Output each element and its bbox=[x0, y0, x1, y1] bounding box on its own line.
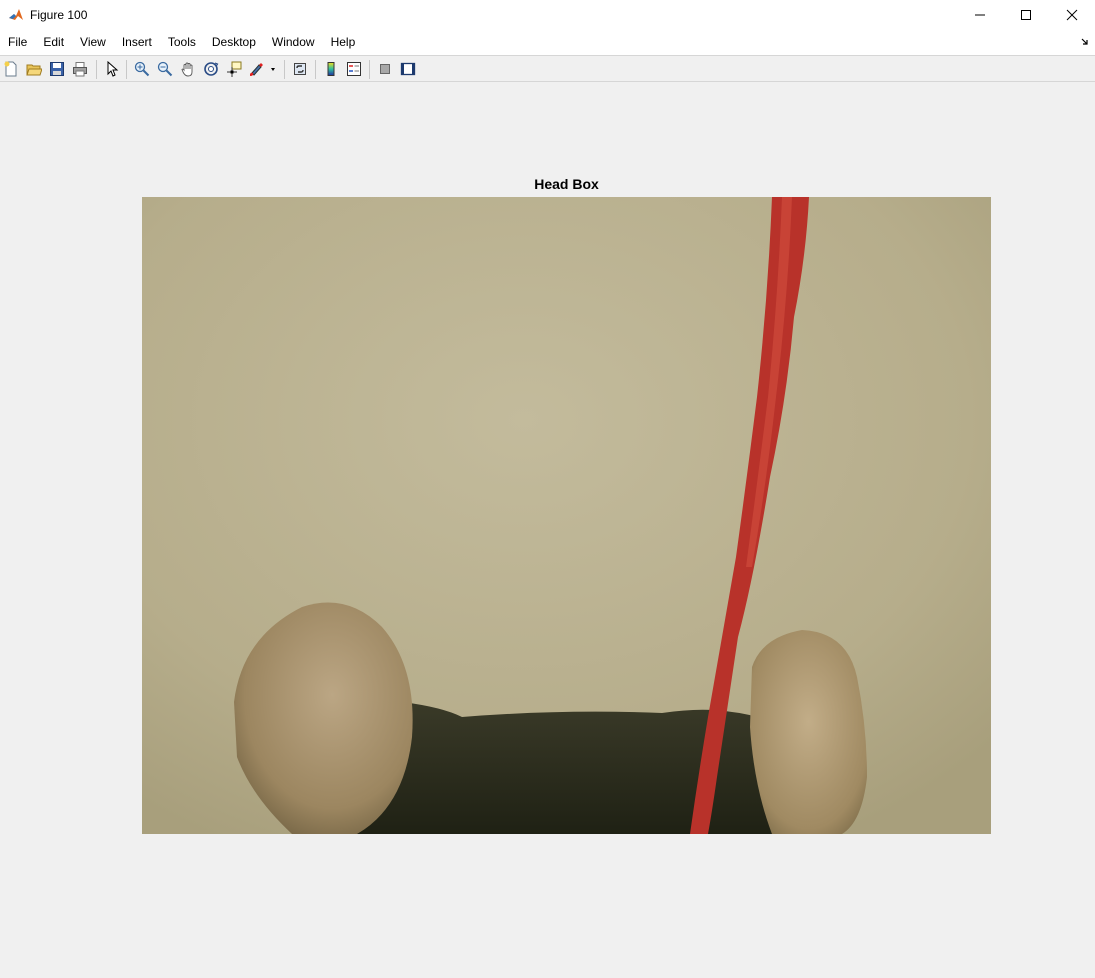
edit-plot-button[interactable] bbox=[103, 60, 121, 78]
open-file-icon bbox=[26, 64, 42, 76]
save-button[interactable] bbox=[48, 60, 66, 78]
figure-toolbar bbox=[0, 55, 1095, 82]
toolbar-separator bbox=[315, 60, 316, 79]
menu-desktop[interactable]: Desktop bbox=[204, 30, 264, 55]
save-icon bbox=[50, 62, 64, 76]
brush-icon bbox=[250, 63, 275, 76]
insert-legend-button[interactable] bbox=[345, 60, 363, 78]
zoom-out-icon bbox=[157, 61, 173, 77]
insert-legend-icon bbox=[347, 62, 361, 76]
menu-file[interactable]: File bbox=[0, 30, 35, 55]
title-bar: Figure 100 bbox=[0, 0, 1095, 30]
link-plot-icon bbox=[294, 63, 306, 75]
hide-plot-tools-icon bbox=[380, 64, 390, 74]
insert-colorbar-button[interactable] bbox=[322, 60, 340, 78]
minimize-button[interactable] bbox=[957, 0, 1003, 30]
pan-hand-icon bbox=[181, 62, 193, 77]
new-figure-button[interactable] bbox=[2, 60, 20, 78]
mouse-head-photo bbox=[142, 197, 991, 834]
new-figure-icon bbox=[4, 61, 17, 77]
zoom-out-button[interactable] bbox=[156, 60, 174, 78]
menu-edit[interactable]: Edit bbox=[35, 30, 72, 55]
minimize-icon bbox=[975, 14, 985, 16]
toolbar-separator bbox=[284, 60, 285, 79]
menu-bar: File Edit View Insert Tools Desktop Wind… bbox=[0, 30, 1095, 55]
menu-window[interactable]: Window bbox=[264, 30, 323, 55]
print-icon bbox=[73, 62, 87, 77]
menu-tools[interactable]: Tools bbox=[160, 30, 204, 55]
window-title: Figure 100 bbox=[30, 8, 88, 22]
close-icon bbox=[1066, 9, 1078, 21]
maximize-button[interactable] bbox=[1003, 0, 1049, 30]
rotate-3d-icon bbox=[204, 62, 219, 76]
axes-title: Head Box bbox=[534, 176, 599, 192]
figure-window: Figure 100 File Edit View Insert Tools D… bbox=[0, 0, 1095, 978]
menu-view[interactable]: View bbox=[72, 30, 114, 55]
show-plot-tools-button[interactable] bbox=[399, 60, 417, 78]
axes-image bbox=[142, 197, 991, 834]
open-file-button[interactable] bbox=[25, 60, 43, 78]
zoom-in-button[interactable] bbox=[133, 60, 151, 78]
zoom-in-icon bbox=[134, 61, 150, 77]
maximize-icon bbox=[1021, 10, 1031, 20]
show-plot-tools-icon bbox=[400, 62, 416, 76]
close-button[interactable] bbox=[1049, 0, 1095, 30]
toolbar-separator bbox=[126, 60, 127, 79]
matlab-logo-icon bbox=[8, 7, 24, 23]
pan-button[interactable] bbox=[179, 60, 197, 78]
hide-plot-tools-button[interactable] bbox=[376, 60, 394, 78]
data-cursor-button[interactable] bbox=[225, 60, 243, 78]
menu-help[interactable]: Help bbox=[323, 30, 364, 55]
toolbar-separator bbox=[96, 60, 97, 79]
rotate-3d-button[interactable] bbox=[202, 60, 220, 78]
brush-button[interactable] bbox=[248, 60, 276, 78]
insert-colorbar-icon bbox=[327, 62, 335, 76]
edit-plot-pointer-icon bbox=[107, 61, 119, 77]
toolbar-separator bbox=[369, 60, 370, 79]
menu-insert[interactable]: Insert bbox=[114, 30, 160, 55]
dock-figure-icon[interactable] bbox=[1081, 38, 1089, 46]
data-cursor-icon bbox=[227, 61, 242, 77]
print-button[interactable] bbox=[71, 60, 89, 78]
link-plot-button[interactable] bbox=[291, 60, 309, 78]
